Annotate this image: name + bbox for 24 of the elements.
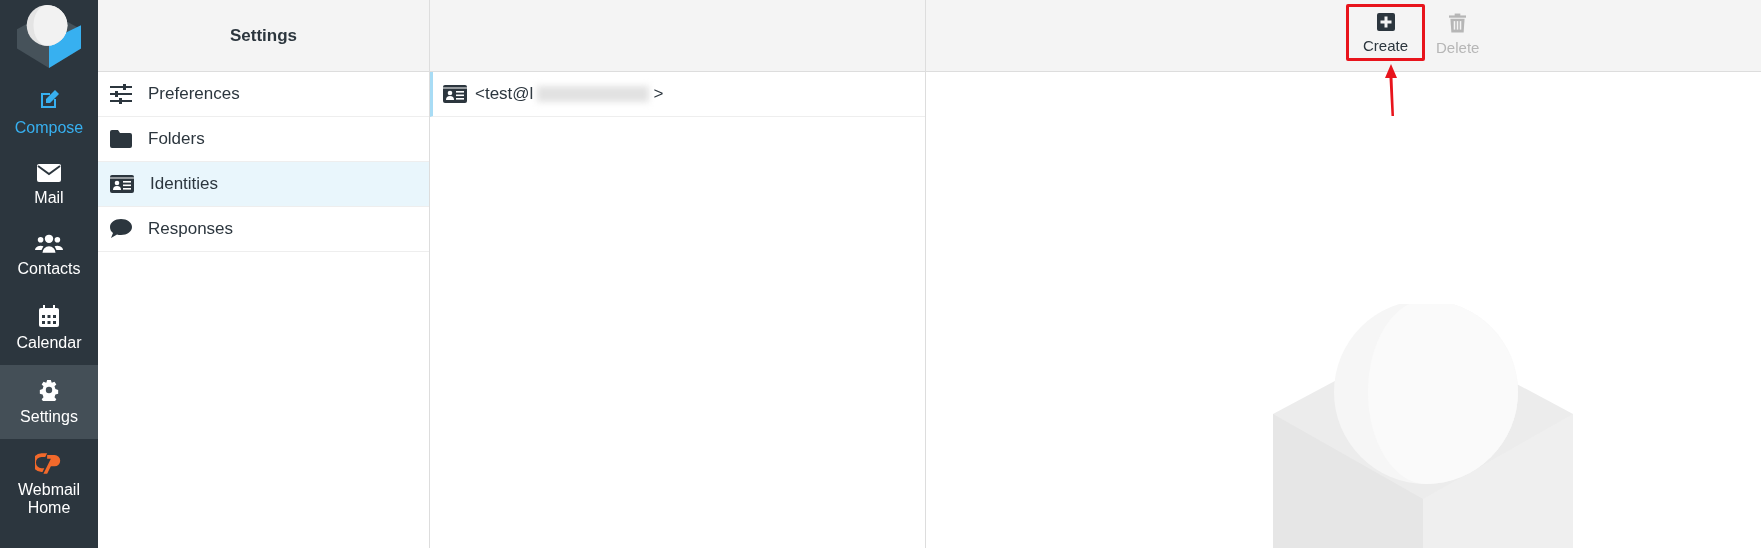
sliders-icon	[110, 84, 132, 104]
nav-item[interactable]: Settings	[0, 365, 98, 439]
nav-item[interactable]: Calendar	[0, 291, 98, 365]
nav-item[interactable]: Webmail Home	[0, 439, 98, 530]
annotation-arrow	[1384, 64, 1398, 116]
section-item[interactable]: Identities	[98, 162, 429, 207]
speech-bubble-icon	[110, 219, 132, 239]
calendar-icon	[39, 305, 59, 327]
column-title: Settings	[229, 25, 298, 46]
envelope-icon	[37, 164, 61, 182]
trash-icon	[1449, 13, 1467, 33]
identity-item[interactable]: <test@l >	[430, 72, 925, 117]
folder-icon	[110, 130, 132, 148]
nav-item[interactable]: Compose	[0, 74, 98, 150]
cpanel-logo-icon	[35, 453, 63, 474]
gear-icon	[38, 379, 60, 401]
people-icon	[35, 234, 63, 253]
app-logo-icon	[15, 4, 83, 68]
toolbar-button[interactable]: Create	[1346, 4, 1426, 61]
plus-icon	[1376, 13, 1395, 31]
nav-item[interactable]: Mail	[0, 150, 98, 220]
nav-item[interactable]: Contacts	[0, 220, 98, 291]
id-card-icon	[110, 175, 134, 193]
id-card-icon	[443, 85, 467, 103]
